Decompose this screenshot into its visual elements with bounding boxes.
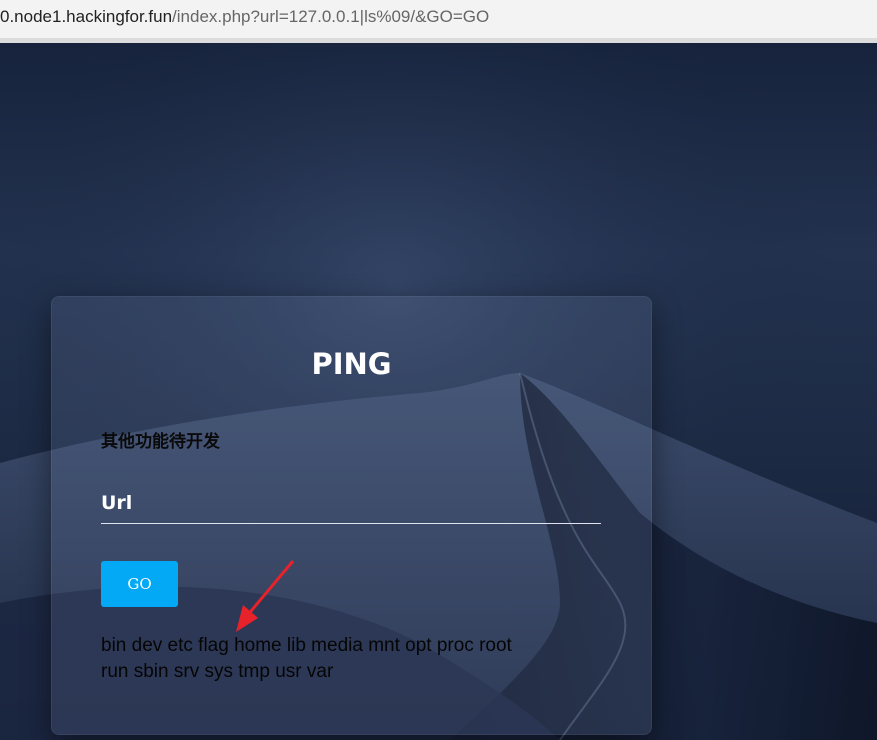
- command-output: bin dev etc flag home lib media mnt opt …: [101, 633, 621, 685]
- browser-address-bar[interactable]: 0.node1.hackingfor.fun/index.php?url=127…: [0, 0, 877, 39]
- go-button[interactable]: GO: [101, 561, 178, 607]
- output-line-1: bin dev etc flag home lib media mnt opt …: [101, 635, 512, 656]
- subtitle-text: 其他功能待开发: [101, 432, 220, 452]
- url-path: /index.php?url=127.0.0.1|ls%09/&GO=GO: [172, 7, 490, 26]
- page-title: PING: [311, 347, 392, 381]
- output-line-2: run sbin srv sys tmp usr var: [101, 661, 334, 682]
- address-url[interactable]: 0.node1.hackingfor.fun/index.php?url=127…: [0, 7, 489, 27]
- url-host: 0.node1.hackingfor.fun: [0, 7, 173, 26]
- ping-card: PING 其他功能待开发 GO bin dev etc flag home li…: [51, 296, 652, 735]
- url-input[interactable]: [101, 483, 601, 524]
